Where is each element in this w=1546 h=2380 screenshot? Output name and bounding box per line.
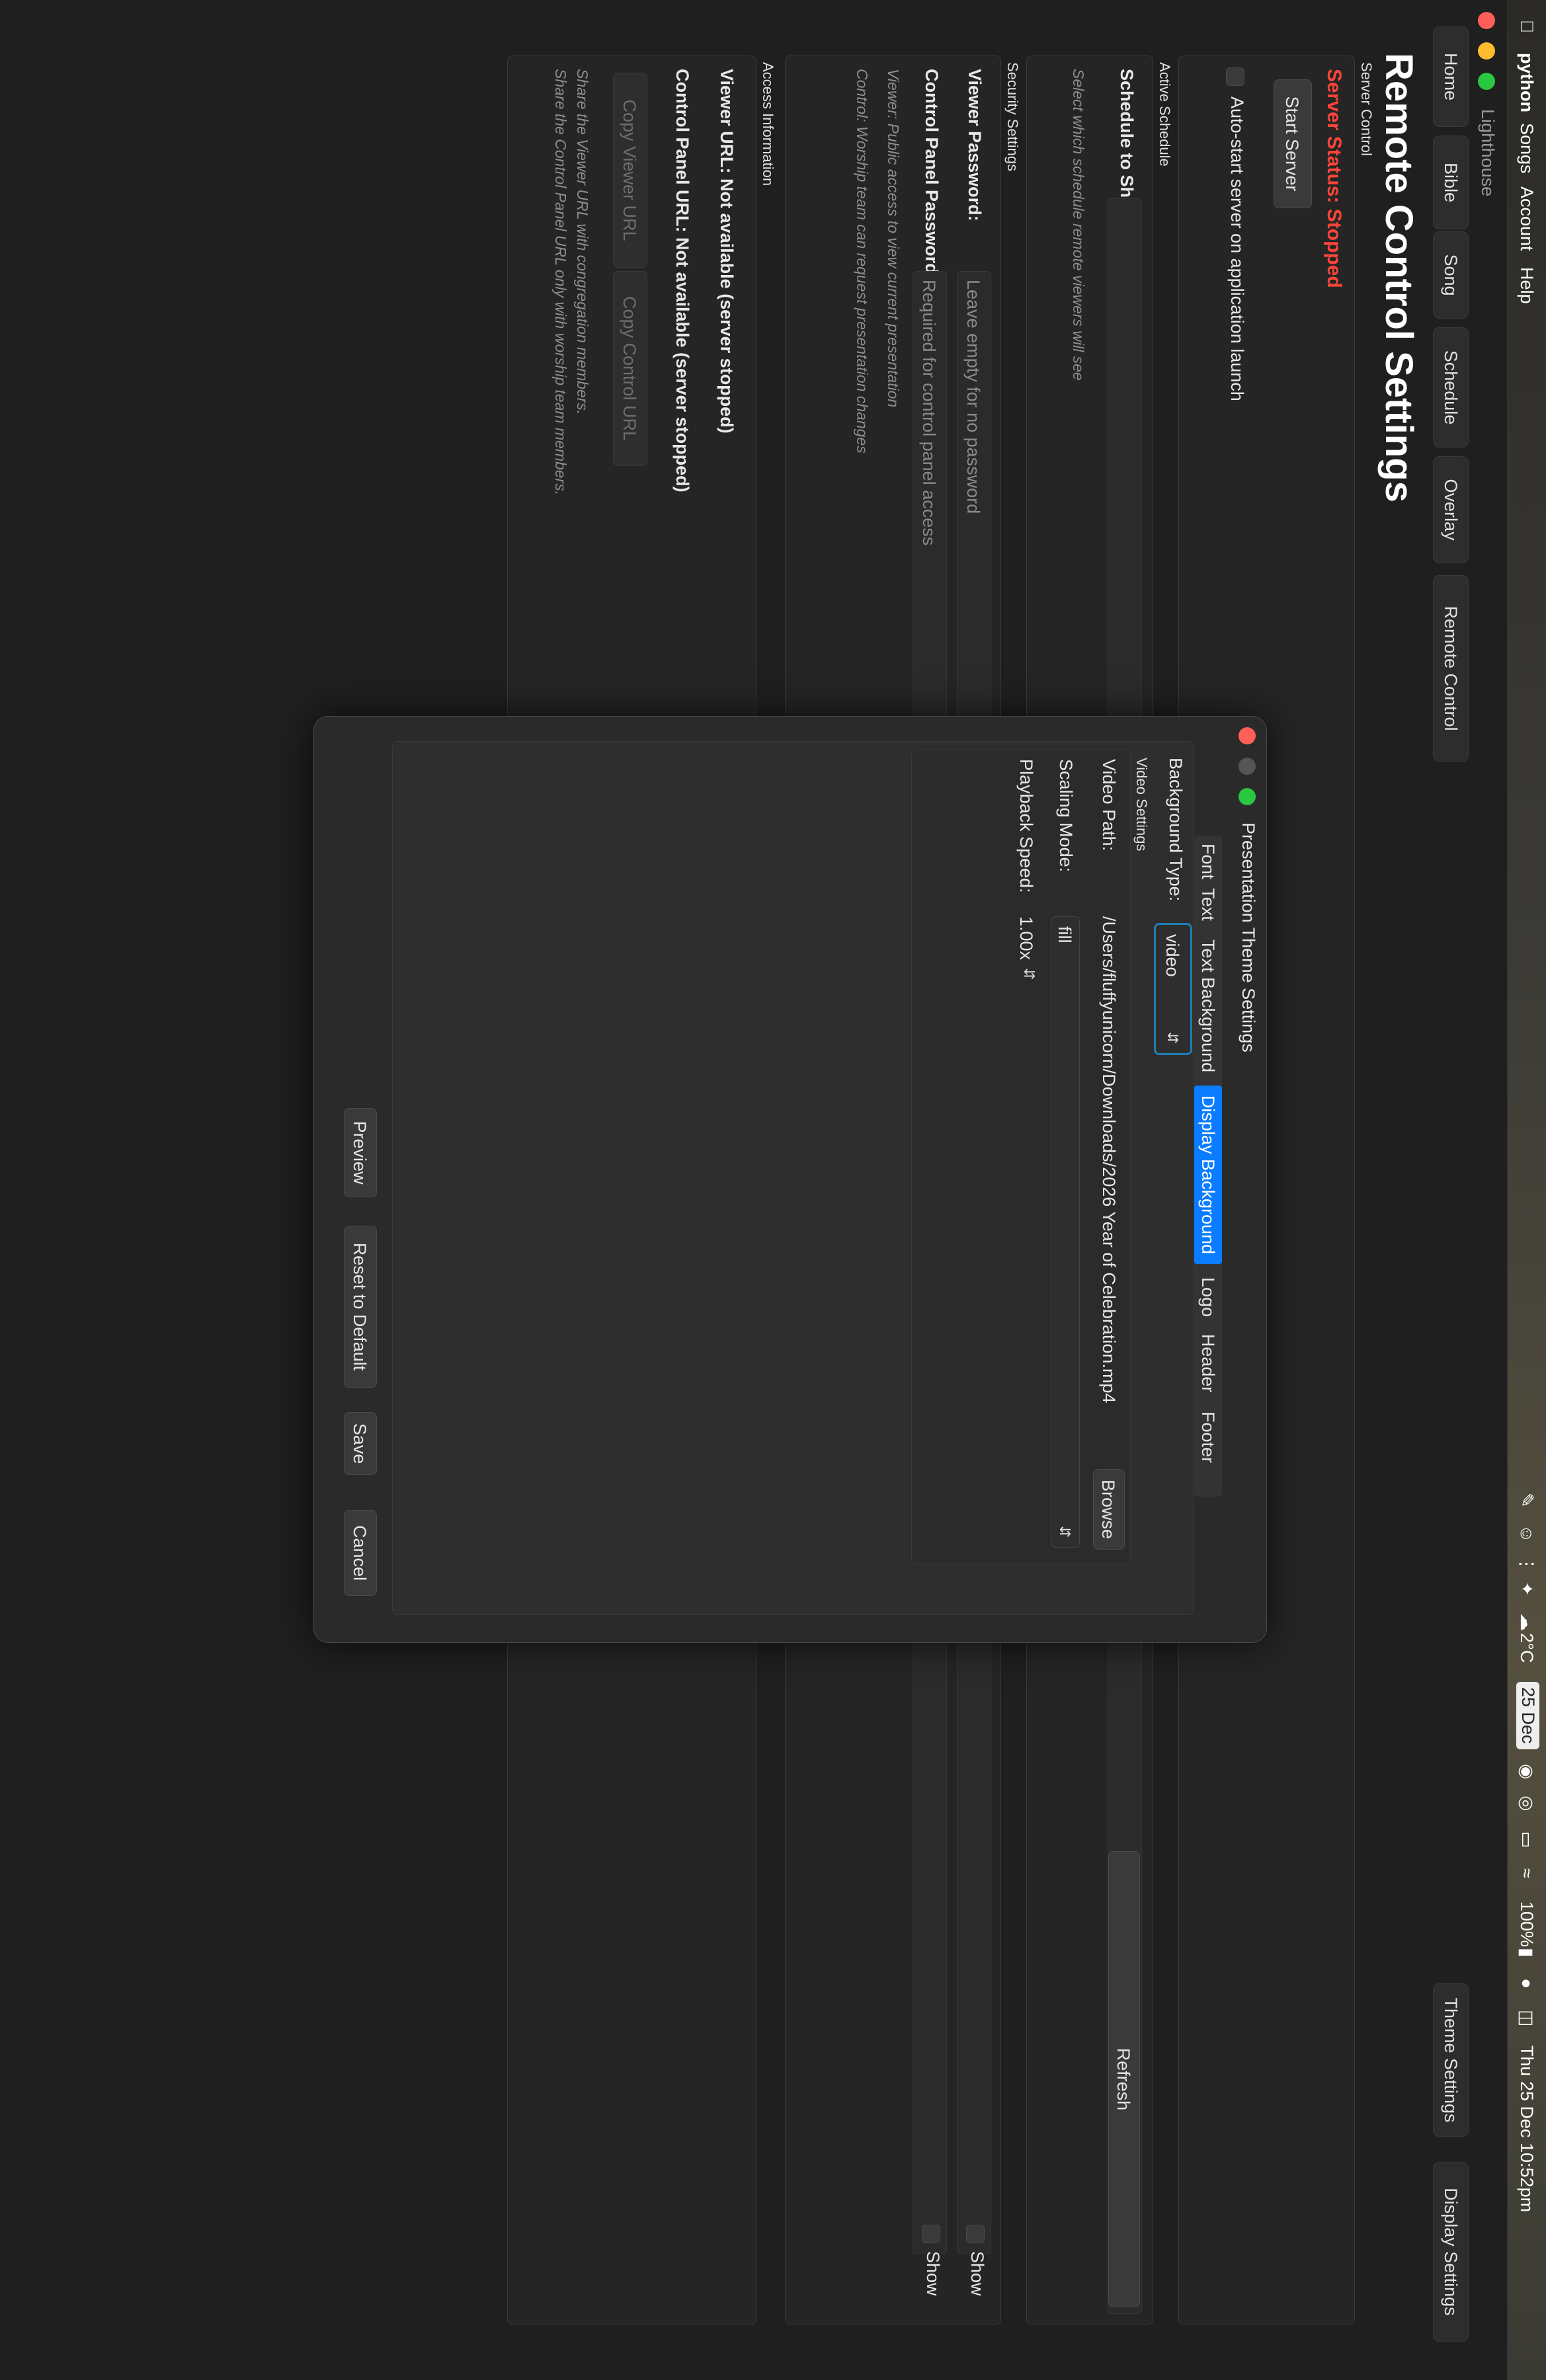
- menu-app-name[interactable]: python: [1516, 53, 1537, 112]
- menu-account[interactable]: Account: [1516, 186, 1537, 251]
- control-center-icon[interactable]: ◫: [1516, 2010, 1537, 2027]
- dialog-minimize-button[interactable]: [1239, 758, 1256, 775]
- playback-speed-label: Playback Speed:: [1016, 759, 1036, 893]
- reset-default-button[interactable]: Reset to Default: [344, 1226, 377, 1388]
- background-type-label: Background Type:: [1166, 758, 1186, 902]
- apple-icon[interactable]: : [1516, 20, 1537, 33]
- cancel-button[interactable]: Cancel: [344, 1510, 377, 1596]
- clock[interactable]: Thu 25 Dec 10:52pm: [1516, 2045, 1537, 2212]
- server-control-label: Server Control: [1358, 62, 1375, 156]
- tab-display-background[interactable]: Display Background: [1194, 1086, 1222, 1264]
- tab-bible[interactable]: Bible: [1433, 136, 1469, 229]
- page-title: Remote Control Settings: [1377, 53, 1420, 502]
- rotated-screen:  python Songs Account Help ✎ ☺ ⋮ ✦ ☁ 2°…: [0, 0, 1546, 2380]
- weather-cloud-icon: ☁: [1517, 1613, 1537, 1631]
- close-button[interactable]: [1478, 12, 1495, 29]
- menu-songs[interactable]: Songs: [1516, 123, 1537, 174]
- tab-header[interactable]: Header: [1194, 1330, 1222, 1396]
- dialog-title: Presentation Theme Settings: [1239, 822, 1258, 1052]
- copy-control-url-button[interactable]: Copy Control URL: [613, 271, 647, 466]
- speed-stepper-icon[interactable]: ⇵: [1020, 968, 1037, 980]
- copy-viewer-url-button[interactable]: Copy Viewer URL: [613, 73, 647, 268]
- save-button[interactable]: Save: [344, 1412, 377, 1475]
- playback-speed-value[interactable]: 1.00x: [1016, 916, 1036, 960]
- viewer-show-checkbox[interactable]: [966, 2225, 985, 2243]
- access-info-label: Access Information: [760, 62, 776, 186]
- autostart-label: Auto-start server on application launch: [1227, 97, 1247, 401]
- tab-text[interactable]: Text: [1194, 884, 1222, 925]
- viewer-show-label: Show: [967, 2251, 987, 2296]
- sparkle-icon[interactable]: ✦: [1516, 1581, 1537, 1597]
- tab-footer[interactable]: Footer: [1194, 1404, 1222, 1470]
- schedule-hint: Select which schedule remote viewers wil…: [1070, 69, 1087, 381]
- zoom-button[interactable]: [1478, 73, 1495, 90]
- viewer-password-label: Viewer Password:: [965, 69, 985, 221]
- scaling-mode-value: fill: [1055, 926, 1075, 943]
- dialog-close-button[interactable]: [1239, 727, 1256, 744]
- display-settings-button[interactable]: Display Settings: [1433, 2162, 1469, 2342]
- pen-icon[interactable]: ✎: [1516, 1493, 1537, 1508]
- tab-logo[interactable]: Logo: [1194, 1271, 1222, 1324]
- security-label: Security Settings: [1004, 62, 1021, 172]
- theme-settings-dialog: Presentation Theme Settings Font Text Te…: [313, 716, 1267, 1643]
- viewer-access-hint: Viewer: Public access to view current pr…: [885, 69, 902, 408]
- server-status: Server Status: Stopped: [1323, 69, 1345, 288]
- start-server-button[interactable]: Start Server: [1274, 79, 1312, 208]
- siri-icon[interactable]: ●: [1516, 1978, 1537, 1989]
- viewer-url: Viewer URL: Not available (server stoppe…: [717, 69, 737, 434]
- share-hint-2: Share the Control Panel URL only with wo…: [552, 69, 569, 496]
- video-path-value: /Users/fluffyunicorn/Downloads/2026 Year…: [1099, 916, 1119, 1404]
- background-type-value: video: [1162, 934, 1182, 977]
- minimize-button[interactable]: [1478, 42, 1495, 60]
- select-arrows-icon: ⇵: [1057, 1525, 1073, 1538]
- control-password-label: Control Panel Password:: [922, 69, 942, 280]
- refresh-button[interactable]: Refresh: [1108, 1851, 1140, 2307]
- display-icon[interactable]: ▭: [1516, 1831, 1537, 1848]
- video-settings-label: Video Settings: [1133, 758, 1150, 852]
- preview-button[interactable]: Preview: [344, 1108, 377, 1197]
- tab-remote-control[interactable]: Remote Control: [1433, 575, 1469, 762]
- scaling-mode-select[interactable]: fill ⇵: [1051, 916, 1080, 1548]
- theme-settings-button[interactable]: Theme Settings: [1433, 1983, 1469, 2137]
- user-icon[interactable]: ☺: [1516, 1525, 1537, 1543]
- battery-percent[interactable]: 100%: [1516, 1901, 1537, 1947]
- menu-bar:  python Songs Account Help ✎ ☺ ⋮ ✦ ☁ 2°…: [1508, 0, 1546, 2380]
- select-arrows-icon: ⇵: [1164, 1031, 1181, 1044]
- control-access-hint: Control: Worship team can request presen…: [854, 69, 871, 454]
- tab-schedule[interactable]: Schedule: [1433, 327, 1469, 448]
- date-badge[interactable]: 25 Dec: [1516, 1682, 1539, 1749]
- video-path-label: Video Path:: [1099, 759, 1119, 852]
- autostart-checkbox[interactable]: [1226, 67, 1244, 86]
- battery-icon[interactable]: ▮: [1516, 1948, 1537, 1958]
- record-icon[interactable]: ◉: [1516, 1764, 1537, 1780]
- wifi-icon[interactable]: ≈: [1516, 1868, 1537, 1878]
- tab-overlay[interactable]: Overlay: [1433, 456, 1469, 563]
- tab-song[interactable]: Song: [1433, 231, 1469, 319]
- control-show-checkbox[interactable]: [922, 2225, 940, 2243]
- fingerprint-icon[interactable]: ◎: [1516, 1796, 1537, 1811]
- share-hint-1: Share the Viewer URL with congregation m…: [574, 69, 591, 415]
- grid-icon[interactable]: ⋮: [1516, 1555, 1537, 1573]
- background-type-select[interactable]: video ⇵: [1154, 923, 1192, 1055]
- menu-help[interactable]: Help: [1516, 267, 1537, 304]
- browse-button[interactable]: Browse: [1093, 1469, 1125, 1550]
- dialog-zoom-button[interactable]: [1239, 788, 1256, 805]
- active-schedule-label: Active Schedule: [1157, 62, 1173, 167]
- control-show-label: Show: [923, 2251, 943, 2296]
- scaling-mode-label: Scaling Mode:: [1056, 759, 1076, 873]
- tab-home[interactable]: Home: [1433, 26, 1469, 127]
- weather-temp[interactable]: 2°C: [1516, 1633, 1537, 1663]
- window-title: Lighthouse: [1478, 109, 1498, 197]
- tab-text-background[interactable]: Text Background: [1194, 932, 1222, 1080]
- tab-font[interactable]: Font: [1194, 841, 1222, 882]
- control-url: Control Panel URL: Not available (server…: [672, 69, 692, 493]
